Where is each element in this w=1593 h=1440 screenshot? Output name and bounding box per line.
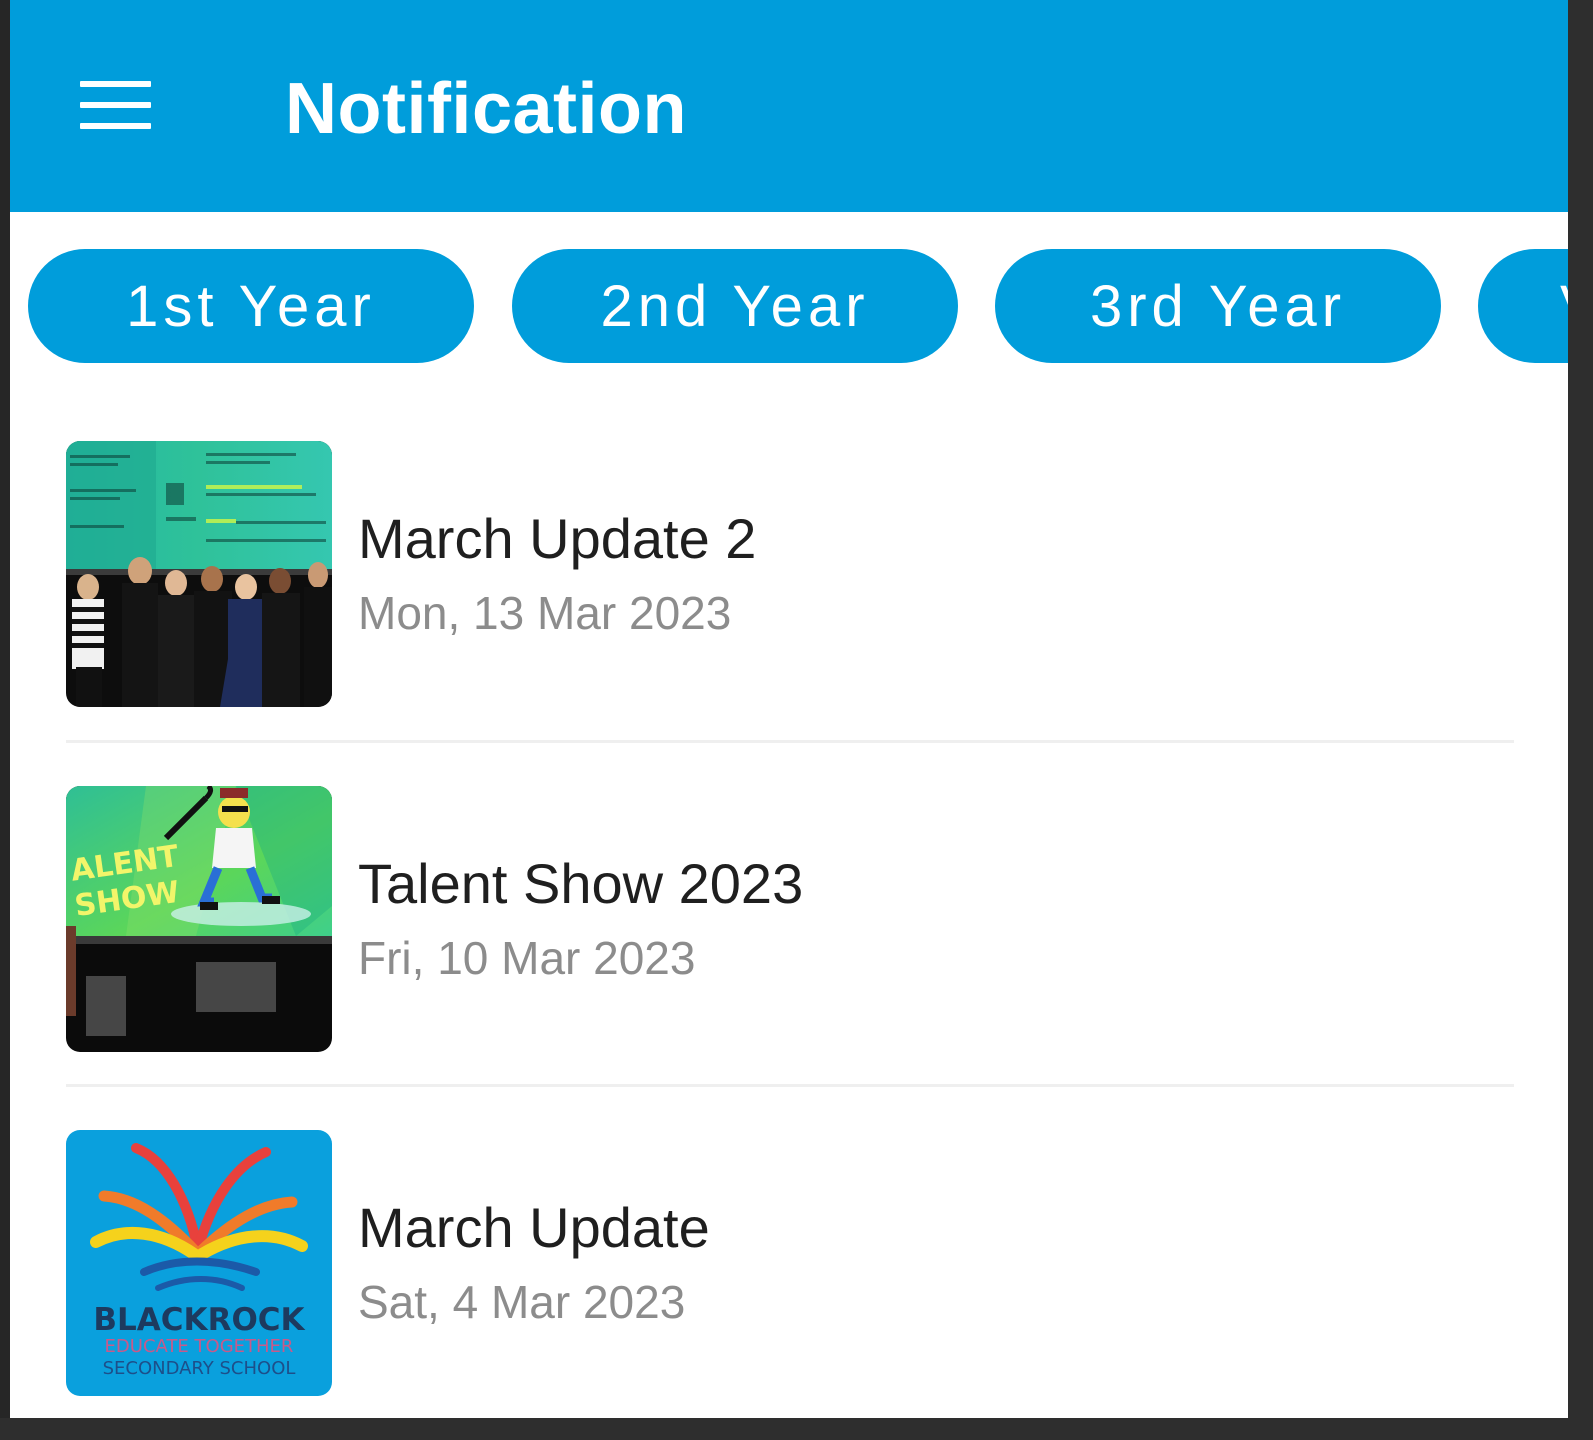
notification-date: Fri, 10 Mar 2023 — [358, 932, 696, 984]
app-screen: Notification 1st Year 2nd Year 3rd Year … — [10, 0, 1568, 1418]
window-right-edge — [1568, 0, 1593, 1440]
tab-2nd-year[interactable]: 2nd Year — [512, 249, 958, 363]
tab-3rd-year[interactable]: 3rd Year — [995, 249, 1441, 363]
app-bar: Notification — [10, 0, 1568, 212]
school-logo: BLACKROCK EDUCATE TOGETHER SECONDARY SCH… — [66, 1130, 332, 1396]
window-left-edge — [0, 0, 10, 1440]
year-filter-tabs: 1st Year 2nd Year 3rd Year V — [10, 249, 1568, 365]
notification-date: Mon, 13 Mar 2023 — [358, 587, 732, 639]
talent-show-stage-photo: ALENT SHOW — [66, 786, 332, 1052]
tab-partial-next[interactable]: V — [1478, 249, 1568, 363]
list-divider — [66, 740, 1514, 743]
logo-name: BLACKROCK — [93, 1302, 305, 1338]
window-bottom-edge — [0, 1418, 1593, 1440]
notification-item[interactable]: BLACKROCK EDUCATE TOGETHER SECONDARY SCH… — [66, 1130, 1514, 1396]
notification-title: March Update — [358, 1196, 710, 1259]
tab-1st-year[interactable]: 1st Year — [28, 249, 474, 363]
notification-item[interactable]: March Update 2 Mon, 13 Mar 2023 — [66, 441, 1514, 707]
page-title: Notification — [285, 69, 687, 149]
notification-item[interactable]: ALENT SHOW Talent Show 2023 Fri, 10 Mar … — [66, 786, 1514, 1052]
notification-title: March Update 2 — [358, 507, 757, 570]
hamburger-menu-icon[interactable] — [78, 78, 154, 132]
notification-title: Talent Show 2023 — [358, 852, 804, 915]
students-on-stage-photo — [66, 441, 332, 707]
list-divider — [66, 1084, 1514, 1087]
svg-text:SECONDARY SCHOOL: SECONDARY SCHOOL — [103, 1358, 296, 1379]
svg-text:EDUCATE TOGETHER: EDUCATE TOGETHER — [105, 1336, 294, 1357]
notification-date: Sat, 4 Mar 2023 — [358, 1276, 686, 1328]
